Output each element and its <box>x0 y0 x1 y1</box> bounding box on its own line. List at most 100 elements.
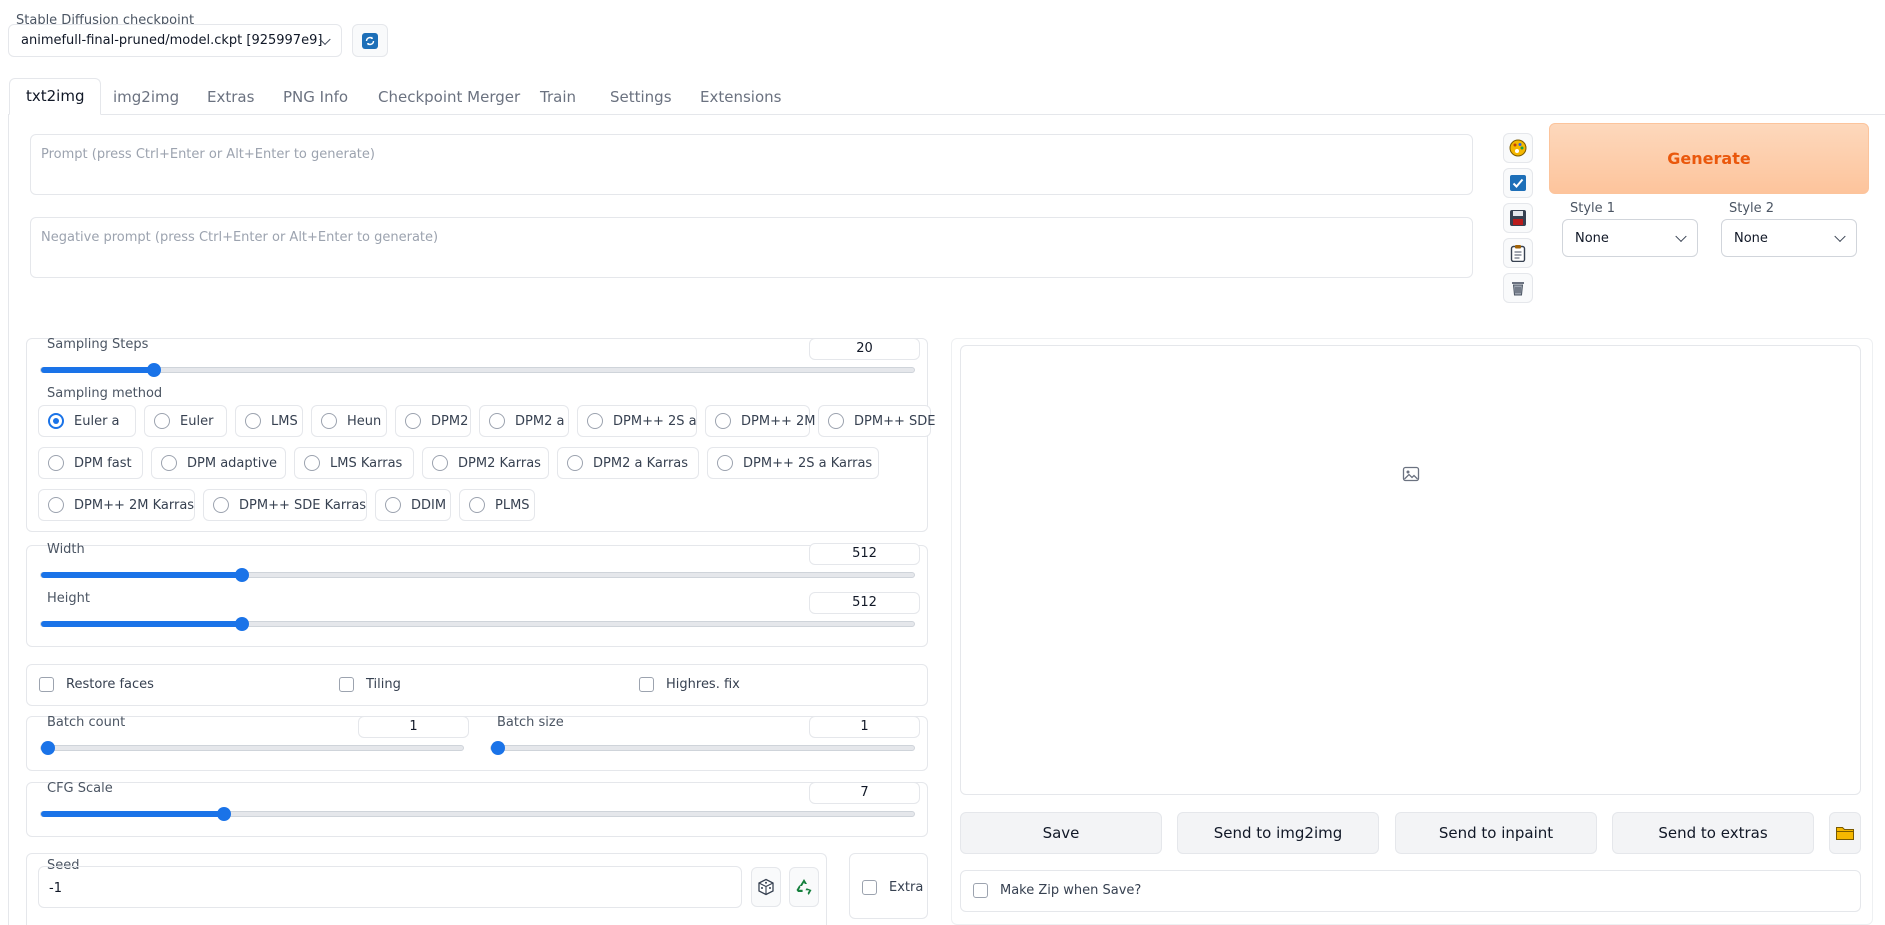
batch-count-slider[interactable] <box>40 741 464 755</box>
tab-train[interactable]: Train <box>540 80 576 114</box>
radio-dot[interactable] <box>213 497 229 513</box>
extra-seed-checkbox[interactable]: Extra <box>862 880 923 895</box>
sampler-option[interactable]: DPM fast <box>38 447 143 479</box>
radio-dot[interactable] <box>48 413 64 429</box>
sampler-option[interactable]: DDIM <box>375 489 451 521</box>
highres-fix-label: Highres. fix <box>666 677 740 692</box>
generate-button[interactable]: Generate <box>1549 123 1869 194</box>
style1-select[interactable]: None <box>1562 219 1698 257</box>
send-to-inpaint-button[interactable]: Send to inpaint <box>1395 812 1597 854</box>
negative-prompt-input[interactable]: Negative prompt (press Ctrl+Enter or Alt… <box>30 217 1473 278</box>
sampler-option[interactable]: DPM++ SDE Karras <box>203 489 367 521</box>
save-button[interactable]: Save <box>960 812 1162 854</box>
radio-dot[interactable] <box>48 455 64 471</box>
radio-dot[interactable] <box>828 413 844 429</box>
slider-thumb[interactable] <box>491 741 505 755</box>
read-params-button[interactable] <box>1503 168 1533 198</box>
radio-dot[interactable] <box>715 413 731 429</box>
apply-style-button[interactable] <box>1503 238 1533 268</box>
sampler-option[interactable]: DPM++ 2S a <box>577 405 697 437</box>
radio-dot[interactable] <box>717 455 733 471</box>
reuse-seed-button[interactable] <box>789 867 819 907</box>
slider-thumb[interactable] <box>235 617 249 631</box>
tab-checkpoint-merger[interactable]: Checkpoint Merger <box>378 80 520 114</box>
open-folder-button[interactable] <box>1829 812 1861 854</box>
radio-dot[interactable] <box>587 413 603 429</box>
recycle-icon <box>796 879 812 895</box>
radio-dot[interactable] <box>304 455 320 471</box>
checkbox-box[interactable] <box>862 880 877 895</box>
seed-input[interactable]: -1 <box>38 866 742 908</box>
prompt-input[interactable]: Prompt (press Ctrl+Enter or Alt+Enter to… <box>30 134 1473 195</box>
sampling-steps-input[interactable]: 20 <box>809 338 920 360</box>
height-slider[interactable] <box>40 617 915 631</box>
width-input[interactable]: 512 <box>809 543 920 565</box>
restore-faces-checkbox[interactable]: Restore faces <box>39 677 154 692</box>
sampler-option[interactable]: Heun <box>311 405 387 437</box>
sampler-option-label: DPM++ SDE Karras <box>239 497 367 513</box>
make-zip-checkbox[interactable]: Make Zip when Save? <box>973 883 1141 898</box>
slider-thumb[interactable] <box>41 741 55 755</box>
sampler-option[interactable]: DPM++ SDE <box>818 405 935 437</box>
radio-dot[interactable] <box>321 413 337 429</box>
checkbox-icon <box>1510 175 1526 191</box>
sampler-option[interactable]: DPM++ 2M <box>705 405 815 437</box>
cfg-scale-input[interactable]: 7 <box>809 782 920 804</box>
sampler-option-label: DPM++ 2S a <box>613 413 697 429</box>
radio-dot[interactable] <box>245 413 261 429</box>
tab-extras[interactable]: Extras <box>207 80 254 114</box>
radio-dot[interactable] <box>405 413 421 429</box>
slider-thumb[interactable] <box>147 363 161 377</box>
radio-dot[interactable] <box>385 497 401 513</box>
sampler-option[interactable]: Euler <box>144 405 227 437</box>
tiling-checkbox[interactable]: Tiling <box>339 677 401 692</box>
sampler-option[interactable]: DPM2 Karras <box>422 447 549 479</box>
sampler-option[interactable]: PLMS <box>459 489 535 521</box>
refresh-checkpoint-button[interactable] <box>352 24 388 57</box>
sampler-option[interactable]: DPM++ 2S a Karras <box>707 447 879 479</box>
tab-txt2img[interactable]: txt2img <box>9 78 102 115</box>
sampler-option[interactable]: DPM++ 2M Karras <box>38 489 195 521</box>
slider-thumb[interactable] <box>235 568 249 582</box>
radio-dot[interactable] <box>154 413 170 429</box>
radio-dot[interactable] <box>469 497 485 513</box>
save-style-button[interactable] <box>1503 203 1533 233</box>
width-slider[interactable] <box>40 568 915 582</box>
style2-select[interactable]: None <box>1721 219 1857 257</box>
highres-fix-checkbox[interactable]: Highres. fix <box>639 677 740 692</box>
radio-dot[interactable] <box>567 455 583 471</box>
clear-prompt-button[interactable] <box>1503 273 1533 303</box>
slider-thumb[interactable] <box>217 807 231 821</box>
radio-dot[interactable] <box>432 455 448 471</box>
tab-extensions[interactable]: Extensions <box>700 80 781 114</box>
sampler-option[interactable]: DPM2 a <box>479 405 569 437</box>
random-seed-button[interactable] <box>751 867 781 907</box>
checkbox-box[interactable] <box>639 677 654 692</box>
checkbox-box[interactable] <box>339 677 354 692</box>
interrogate-button[interactable] <box>1503 133 1533 163</box>
checkpoint-select[interactable]: animefull-final-pruned/model.ckpt [92599… <box>8 24 342 57</box>
sampler-option[interactable]: DPM adaptive <box>151 447 286 479</box>
radio-dot[interactable] <box>489 413 505 429</box>
radio-dot[interactable] <box>161 455 177 471</box>
batch-count-input[interactable]: 1 <box>358 716 469 738</box>
batch-size-input[interactable]: 1 <box>809 716 920 738</box>
tab-png-info[interactable]: PNG Info <box>283 80 348 114</box>
sampler-option[interactable]: DPM2 a Karras <box>557 447 699 479</box>
height-input[interactable]: 512 <box>809 592 920 614</box>
sampling-steps-slider[interactable] <box>40 363 915 377</box>
sampler-option[interactable]: LMS <box>235 405 303 437</box>
checkbox-box[interactable] <box>39 677 54 692</box>
send-to-img2img-button[interactable]: Send to img2img <box>1177 812 1379 854</box>
batch-count-label: Batch count <box>47 715 126 730</box>
tab-settings[interactable]: Settings <box>610 80 672 114</box>
batch-size-slider[interactable] <box>490 741 915 755</box>
sampler-option[interactable]: DPM2 <box>395 405 471 437</box>
sampler-option[interactable]: LMS Karras <box>294 447 414 479</box>
checkbox-box[interactable] <box>973 883 988 898</box>
cfg-scale-slider[interactable] <box>40 807 915 821</box>
radio-dot[interactable] <box>48 497 64 513</box>
send-to-extras-button[interactable]: Send to extras <box>1612 812 1814 854</box>
tab-img2img[interactable]: img2img <box>113 80 179 114</box>
sampler-option[interactable]: Euler a <box>38 405 136 437</box>
